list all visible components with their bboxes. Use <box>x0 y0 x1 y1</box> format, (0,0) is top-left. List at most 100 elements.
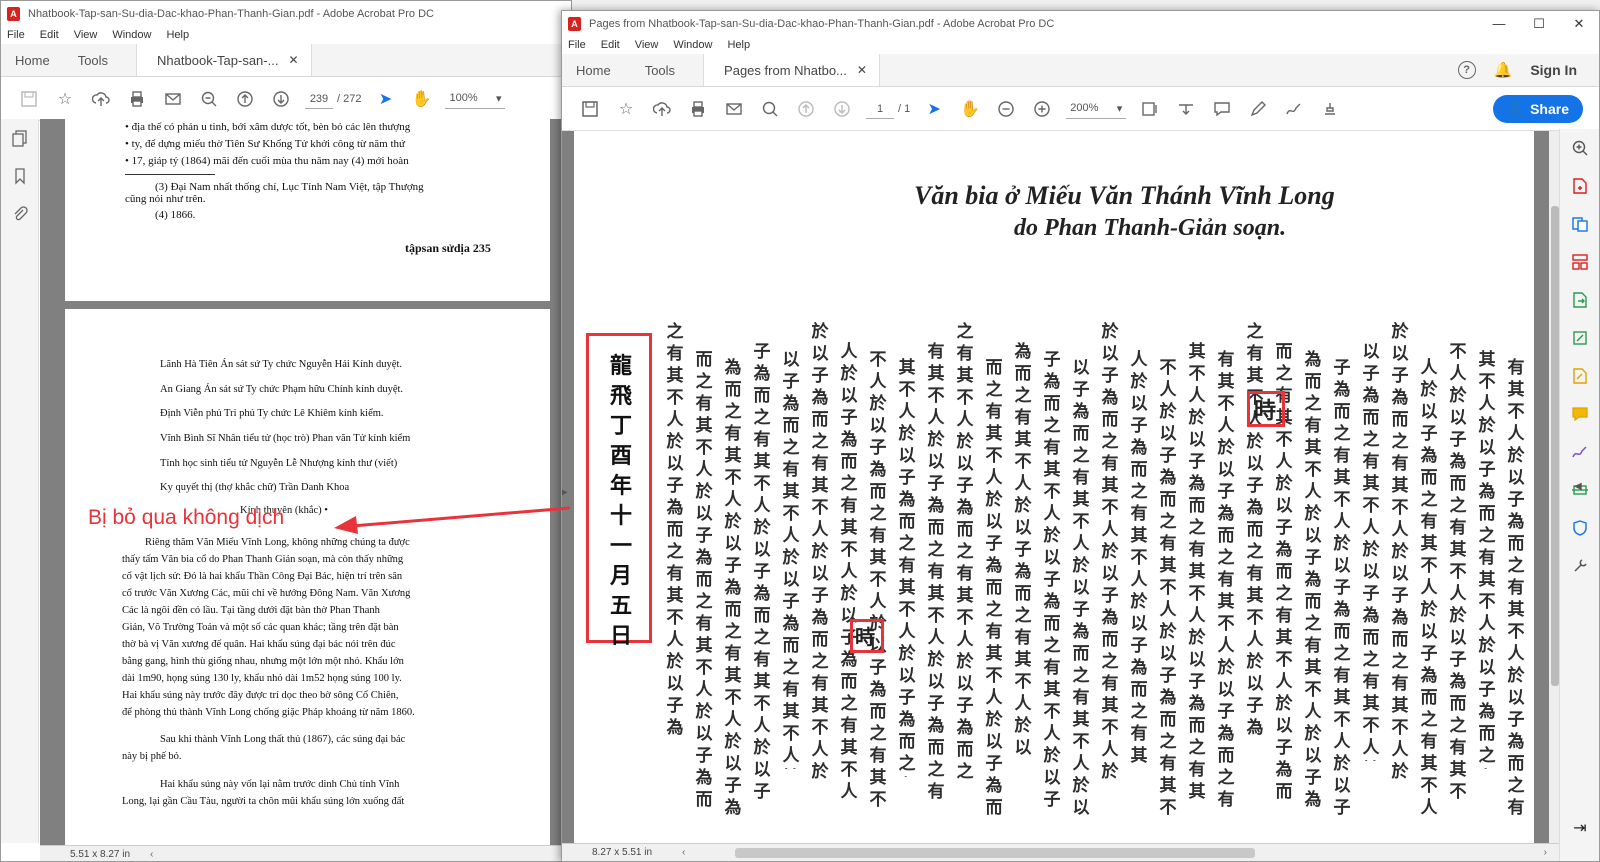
chevron-down-icon: ▾ <box>1116 102 1123 115</box>
highlighted-character: 時 <box>855 627 875 649</box>
minimize-icon[interactable]: — <box>1479 11 1519 36</box>
search-icon[interactable] <box>752 94 788 124</box>
page-up-icon[interactable] <box>788 94 824 124</box>
menu-file[interactable]: File <box>568 39 586 51</box>
save-icon[interactable] <box>11 84 47 114</box>
save-icon[interactable] <box>572 94 608 124</box>
highlight-pen-icon[interactable] <box>1240 94 1276 124</box>
expand-left-icon[interactable]: ▶ <box>562 487 568 498</box>
menu-view[interactable]: View <box>635 39 659 51</box>
sign-in-link[interactable]: Sign In <box>1530 62 1577 78</box>
collapse-right-icon[interactable]: ◀ <box>1574 481 1582 492</box>
fill-sign-icon[interactable] <box>1560 357 1599 395</box>
page-line: cũng nói như trên. <box>125 193 206 205</box>
stamp-icon[interactable] <box>1312 94 1348 124</box>
protect-icon[interactable] <box>1560 509 1599 547</box>
select-cursor-icon[interactable]: ➤ <box>916 94 952 124</box>
calligraphy-column: 不人於以子為而之有其不人於以子為而之有其不 <box>1449 342 1467 802</box>
rail-collapse-icon[interactable]: ⇥ <box>1560 809 1599 847</box>
tab-tools[interactable]: Tools <box>64 44 122 76</box>
tab-tools[interactable]: Tools <box>625 54 689 86</box>
page-down-icon[interactable] <box>263 84 299 114</box>
zoom-select[interactable]: 100% ▾ <box>445 89 506 109</box>
zoom-out-icon[interactable] <box>988 94 1024 124</box>
menu-help[interactable]: Help <box>166 29 189 41</box>
calligraphy-column: 人於以子為而之有其不人於以子為而之有其不人 <box>1130 350 1148 769</box>
close-icon[interactable]: ✕ <box>857 63 867 77</box>
page-line: An Giang Án sát sứ Ty chức Phạm hữu Chín… <box>160 384 404 395</box>
pages-icon[interactable] <box>1 119 39 157</box>
fit-page-icon[interactable] <box>1132 94 1168 124</box>
calligraphy-column: 其不人於以子為而之有其不人於以子為而之有其 <box>1188 342 1206 802</box>
zoom-tool-icon[interactable] <box>1560 129 1599 167</box>
comment-tool-icon[interactable] <box>1560 395 1599 433</box>
print-icon[interactable] <box>680 94 716 124</box>
front-menu-bar: File Edit View Window Help <box>562 36 1599 54</box>
help-icon[interactable]: ? <box>1457 61 1476 79</box>
scroll-left-icon[interactable]: ‹ <box>682 847 685 858</box>
page-line: Vĩnh Bình Sĩ Nhân tiểu tử (học trò) Phan… <box>160 433 411 444</box>
tab-home[interactable]: Home <box>1 44 64 76</box>
hand-icon[interactable]: ✋ <box>952 94 988 124</box>
share-button[interactable]: 👤 Share <box>1492 94 1583 123</box>
page-line: Lãnh Hà Tiên Án sát sứ Ty chức Nguyễn Hả… <box>160 359 403 370</box>
upload-icon[interactable] <box>644 94 680 124</box>
back-acrobat-window: A Nhatbook-Tap-san-Su-dia-Dac-khao-Phan-… <box>0 0 572 862</box>
menu-help[interactable]: Help <box>727 39 750 51</box>
zoom-in-icon[interactable] <box>1024 94 1060 124</box>
organize-pages-icon[interactable] <box>1560 243 1599 281</box>
mail-icon[interactable] <box>716 94 752 124</box>
export-pdf-icon[interactable] <box>1560 281 1599 319</box>
hand-icon[interactable]: ✋ <box>403 84 439 114</box>
page-number-input[interactable]: 239 <box>305 89 333 109</box>
select-cursor-icon[interactable]: ➤ <box>367 84 403 114</box>
print-icon[interactable] <box>119 84 155 114</box>
upload-icon[interactable] <box>83 84 119 114</box>
star-icon[interactable]: ☆ <box>608 94 644 124</box>
sign-icon[interactable] <box>1276 94 1312 124</box>
zoom-out-icon[interactable] <box>191 84 227 114</box>
close-icon[interactable]: ✕ <box>288 53 298 67</box>
page-size-label: 8.27 x 5.51 in <box>592 847 653 858</box>
menu-view[interactable]: View <box>74 29 98 41</box>
bookmark-icon[interactable] <box>1 157 39 195</box>
scroll-mode-icon[interactable] <box>1168 94 1204 124</box>
bell-icon[interactable]: 🔔 <box>1494 61 1513 79</box>
back-title-bar: A Nhatbook-Tap-san-Su-dia-Dac-khao-Phan-… <box>1 1 571 26</box>
page-line: bằng gang, hình thù giống nhau, nhưng mộ… <box>122 656 404 667</box>
tab-home[interactable]: Home <box>562 54 625 86</box>
scroll-left-icon[interactable]: ‹ <box>150 849 153 860</box>
pdf-page-stele: Văn bia ở Miếu Văn Thánh Vĩnh Long do Ph… <box>574 131 1534 843</box>
zoom-select[interactable]: 200% ▾ <box>1066 99 1127 119</box>
page-number-input[interactable]: 1 <box>866 99 894 119</box>
tab-document[interactable]: Pages from Nhatbo... ✕ <box>703 54 880 86</box>
star-icon[interactable]: ☆ <box>47 84 83 114</box>
comment-icon[interactable] <box>1204 94 1240 124</box>
menu-file[interactable]: File <box>7 29 25 41</box>
scrollbar-thumb[interactable] <box>1551 206 1559 686</box>
more-tools-icon[interactable] <box>1560 547 1599 585</box>
acrobat-icon: A <box>7 6 20 21</box>
back-window-title: Nhatbook-Tap-san-Su-dia-Dac-khao-Phan-Th… <box>28 7 434 20</box>
menu-edit[interactable]: Edit <box>40 29 59 41</box>
combine-files-icon[interactable] <box>1560 205 1599 243</box>
create-pdf-icon[interactable] <box>1560 167 1599 205</box>
menu-edit[interactable]: Edit <box>601 39 620 51</box>
calligraphy-column: 有其不人於以子為而之有其不人於以子為而之有 <box>1217 350 1235 810</box>
page-down-icon[interactable] <box>824 94 860 124</box>
page-total: / 272 <box>337 92 362 105</box>
tab-document[interactable]: Nhatbook-Tap-san-... ✕ <box>136 44 312 76</box>
mail-icon[interactable] <box>155 84 191 114</box>
page-line: • ty, để dựng miếu thờ Tiên Sư Khổng Tử … <box>125 138 405 150</box>
calligraphy-column: 之有其不人於以子為而之有其不人於以子為而之 <box>1246 322 1264 741</box>
maximize-icon[interactable]: ☐ <box>1519 11 1559 36</box>
attachment-icon[interactable] <box>1 195 39 233</box>
horizontal-scrollbar-thumb[interactable] <box>735 847 1256 858</box>
scroll-right-icon[interactable]: › <box>1544 847 1547 858</box>
edit-pdf-icon[interactable] <box>1560 319 1599 357</box>
menu-window[interactable]: Window <box>673 39 712 51</box>
close-window-icon[interactable]: ✕ <box>1559 11 1599 36</box>
menu-window[interactable]: Window <box>112 29 151 41</box>
page-up-icon[interactable] <box>227 84 263 114</box>
request-signature-icon[interactable] <box>1560 433 1599 471</box>
